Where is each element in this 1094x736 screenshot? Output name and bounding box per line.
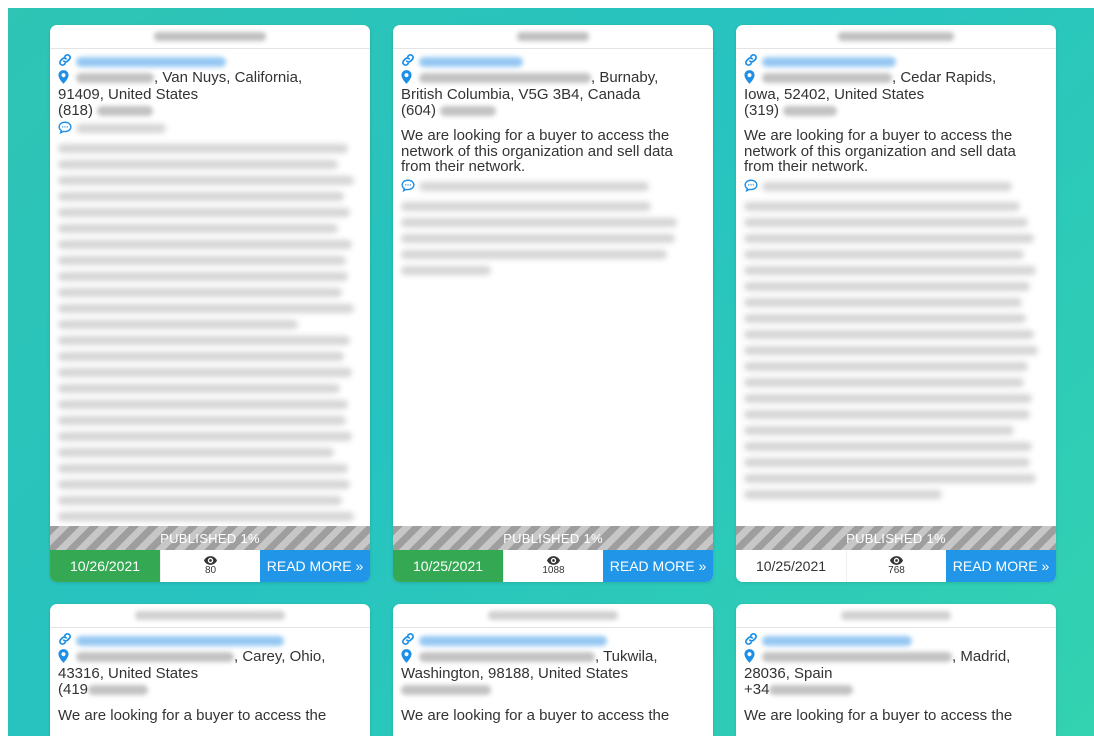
address-line2: Washington, 98188, United States (401, 665, 629, 682)
card-title-redacted (736, 604, 1056, 628)
phone-prefix: +34 (744, 680, 770, 698)
map-pin-icon (744, 70, 762, 87)
buyer-text: We are looking for a buyer to access the (744, 707, 1013, 724)
publish-date: 10/25/2021 (736, 550, 846, 582)
listing-card: , Cedar Rapids, Iowa, 52402, United Stat… (736, 25, 1056, 582)
view-count: 1088 (503, 550, 603, 582)
description-redacted (744, 200, 1048, 499)
website-link-redacted[interactable] (762, 636, 912, 646)
phone-prefix: (818) (58, 101, 94, 119)
address-city: , Tukwila, (595, 648, 658, 665)
address-city: , Burnaby, (591, 69, 659, 86)
published-status-bar: PUBLISHED 1% (736, 526, 1056, 550)
description (401, 179, 705, 195)
website-link-redacted[interactable] (76, 57, 226, 67)
read-more-button[interactable]: READ MORE » (260, 550, 370, 582)
address: , Van Nuys, California, (58, 70, 362, 87)
description (58, 121, 362, 137)
view-count: 80 (160, 550, 260, 582)
description (744, 179, 1048, 195)
address: , Carey, Ohio, (58, 649, 362, 666)
eye-icon (547, 556, 560, 565)
address-city: , Madrid, (952, 648, 1011, 665)
address-line2: 28036, Spain (744, 665, 833, 682)
address: , Madrid, (744, 649, 1048, 666)
map-pin-icon (58, 70, 76, 87)
card-title-redacted (50, 25, 370, 49)
phone: (319) (744, 101, 1048, 119)
buyer-text: We are looking for a buyer to access the… (744, 127, 1016, 175)
eye-icon (890, 556, 903, 565)
link-icon (744, 632, 762, 649)
read-more-button[interactable]: READ MORE » (946, 550, 1056, 582)
eye-icon (204, 556, 217, 565)
address: , Burnaby, (401, 70, 705, 87)
buyer-text: We are looking for a buyer to access the (58, 707, 327, 724)
website-link-redacted[interactable] (762, 57, 896, 67)
view-count-value: 80 (204, 565, 217, 576)
link-icon (58, 53, 76, 70)
listing-card: , Burnaby, British Columbia, V5G 3B4, Ca… (393, 25, 713, 582)
address-line2: 91409, United States (58, 86, 199, 103)
address-line2: 43316, United States (58, 665, 199, 682)
map-pin-icon (58, 649, 76, 666)
comment-icon (401, 179, 419, 195)
phone-prefix: (419 (58, 680, 89, 698)
phone: (604) (401, 101, 705, 119)
buyer-text: We are looking for a buyer to access the (401, 707, 670, 724)
left-edge (0, 0, 8, 736)
published-status-bar: PUBLISHED 1% (393, 526, 713, 550)
card-title-redacted (393, 25, 713, 49)
phone-prefix: (604) (401, 101, 437, 119)
description-redacted (58, 142, 362, 521)
listing-card: , Van Nuys, California, 91409, United St… (50, 25, 370, 582)
view-count-value: 1088 (542, 565, 565, 576)
publish-date: 10/26/2021 (50, 550, 160, 582)
buyer-text: We are looking for a buyer to access the… (401, 127, 673, 175)
address: , Cedar Rapids, (744, 70, 1048, 87)
listing-card: , Tukwila, Washington, 98188, United Sta… (393, 604, 713, 736)
link-icon (744, 53, 762, 70)
map-pin-icon (401, 70, 419, 87)
publish-date: 10/25/2021 (393, 550, 503, 582)
top-edge (0, 0, 1094, 8)
address-city: , Van Nuys, California, (154, 69, 303, 86)
comment-icon (58, 121, 76, 137)
view-count-value: 768 (888, 565, 905, 576)
website-link-redacted[interactable] (419, 57, 523, 67)
read-more-button[interactable]: READ MORE » (603, 550, 713, 582)
address-line2: Iowa, 52402, United States (744, 86, 925, 103)
card-footer: 10/25/2021 768 READ MORE » (736, 550, 1056, 582)
address: , Tukwila, (401, 649, 705, 666)
card-footer: 10/25/2021 1088 READ MORE » (393, 550, 713, 582)
link-icon (401, 632, 419, 649)
card-footer: 10/26/2021 80 READ MORE » (50, 550, 370, 582)
view-count: 768 (846, 550, 946, 582)
phone: (419 (58, 680, 362, 698)
phone: +34 (744, 680, 1048, 698)
map-pin-icon (744, 649, 762, 666)
phone (401, 682, 705, 698)
address-line2: British Columbia, V5G 3B4, Canada (401, 86, 641, 103)
listing-card: , Madrid, 28036, Spain +34 We are lookin… (736, 604, 1056, 736)
published-status-bar: PUBLISHED 1% (50, 526, 370, 550)
link-icon (58, 632, 76, 649)
comment-icon (744, 179, 762, 195)
phone-prefix: (319) (744, 101, 780, 119)
card-title-redacted (393, 604, 713, 628)
website-link-redacted[interactable] (76, 636, 284, 646)
address-city: , Carey, Ohio, (234, 648, 326, 665)
website-link-redacted[interactable] (419, 636, 607, 646)
card-title-redacted (50, 604, 370, 628)
listing-card: , Carey, Ohio, 43316, United States (419… (50, 604, 370, 736)
card-title-redacted (736, 25, 1056, 49)
address-city: , Cedar Rapids, (892, 69, 997, 86)
description-redacted (401, 200, 705, 275)
link-icon (401, 53, 419, 70)
map-pin-icon (401, 649, 419, 666)
phone: (818) (58, 101, 362, 119)
